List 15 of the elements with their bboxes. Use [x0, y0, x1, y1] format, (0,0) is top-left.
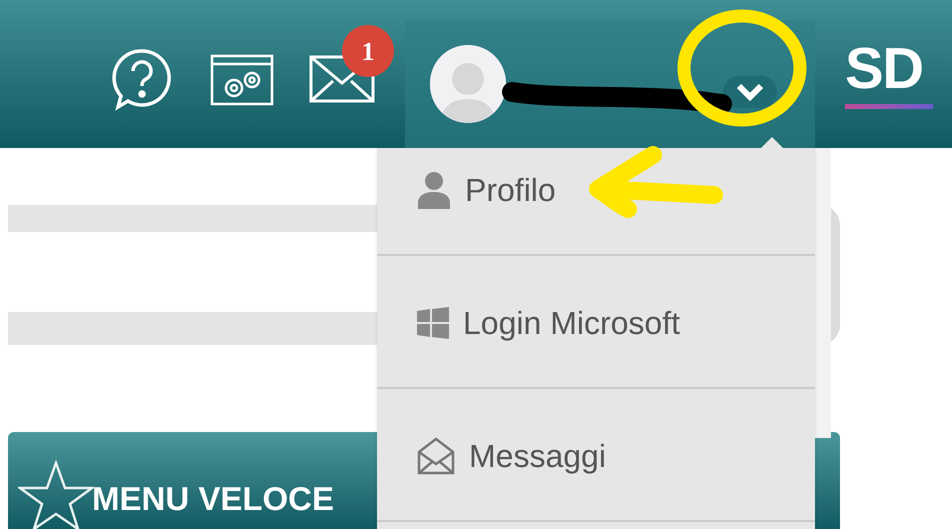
menu-item[interactable]: Messaggi: [469, 432, 606, 480]
menu-item[interactable]: Login Microsoft: [463, 298, 680, 346]
open-envelope-icon: [417, 436, 455, 474]
quick-menu-title[interactable]: MENU VELOCE: [92, 474, 334, 524]
logo-text: SD: [845, 40, 924, 98]
user-area[interactable]: [405, 20, 815, 148]
dropdown-button[interactable]: [723, 76, 777, 108]
windows-icon: [417, 306, 449, 338]
chevron-down-icon: [736, 83, 764, 101]
help-icon[interactable]: [110, 47, 174, 111]
menu-item[interactable]: Profilo: [465, 166, 556, 214]
notification-badge: 1: [342, 25, 394, 77]
user-icon: [417, 170, 451, 208]
star-icon: [18, 460, 94, 529]
settings-icon[interactable]: [210, 54, 274, 106]
